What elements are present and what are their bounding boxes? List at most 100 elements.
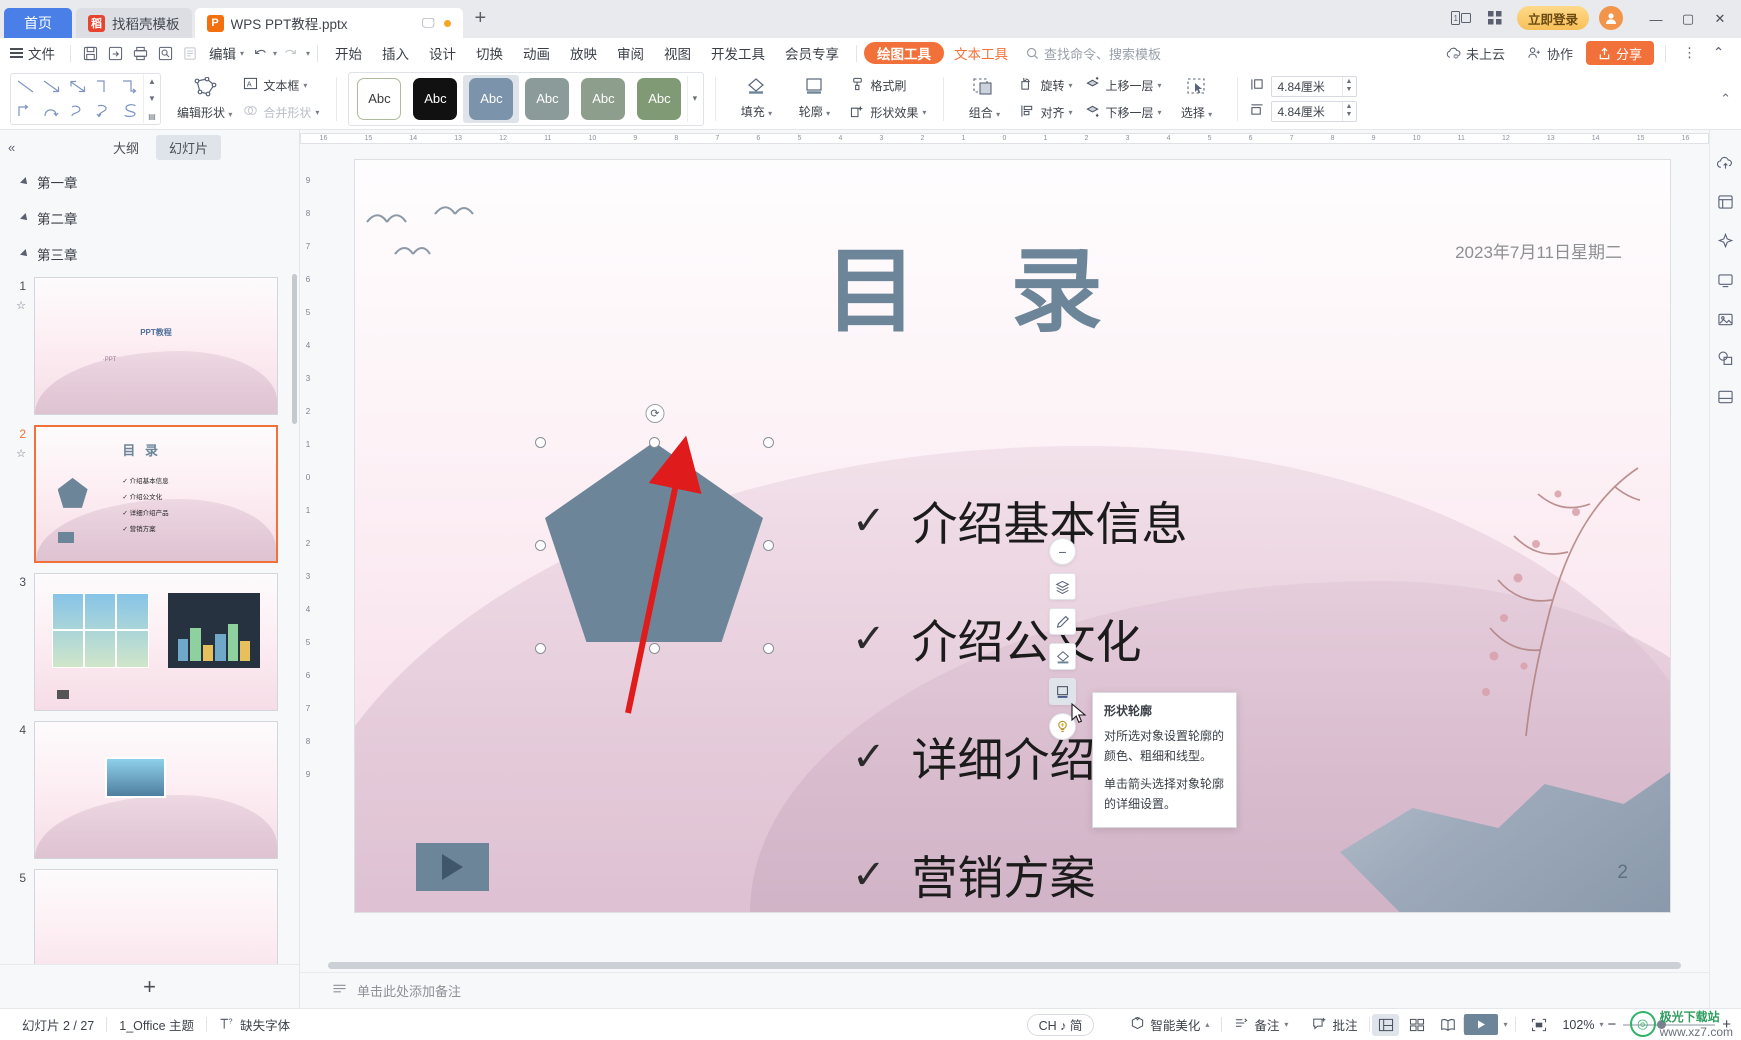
layers-icon[interactable] [1049, 573, 1076, 600]
slide-thumbnail-4[interactable] [34, 721, 278, 859]
comment-button[interactable]: 批注 [1300, 1015, 1369, 1034]
shape-style-swatch[interactable]: Abc [631, 75, 687, 123]
horizontal-ruler[interactable]: 16 15 14 13 12 11 10 9 8 7 6 5 4 3 2 1 0 1 2 3 4 5 6 7 8 9 10 11 12 1… [300, 130, 1709, 146]
fill-button[interactable]: 填充 ▾ [727, 72, 785, 126]
collapse-left-icon[interactable]: « [8, 140, 30, 155]
navigator-scrollbar[interactable] [292, 274, 297, 424]
slide-thumb-row[interactable]: 1 ☆ PPT教程 ·PPT [0, 272, 299, 420]
maximize-button[interactable]: ▢ [1673, 5, 1703, 33]
shape-fill-icon[interactable] [1049, 643, 1076, 670]
play-dropdown-icon[interactable]: ▾ [1503, 1020, 1507, 1029]
group-button[interactable]: 组合 ▾ [955, 72, 1013, 126]
edit-menu-button[interactable]: 编辑 ▾ [203, 41, 248, 65]
shape-elbow-arrow-icon[interactable] [117, 75, 143, 99]
slide-thumb-row[interactable]: 3 [0, 568, 299, 716]
menu-item-transition[interactable]: 切换 [466, 41, 513, 65]
slide-title[interactable]: 目 录 [825, 217, 1137, 350]
slide-bullet-item[interactable]: ✓ 介绍公文化 [852, 606, 1188, 672]
tab-text-tools[interactable]: 文本工具 [944, 41, 1018, 65]
resize-handle-w[interactable] [535, 540, 546, 551]
style-swatch-slate[interactable]: Abc [525, 77, 570, 120]
menu-item-start[interactable]: 开始 [325, 41, 372, 65]
file-menu-button[interactable]: 文件 [6, 41, 63, 65]
menu-item-view[interactable]: 视图 [654, 41, 701, 65]
smart-beautify-button[interactable]: 智能美化 ▴ [1118, 1015, 1221, 1034]
slide-bullet-item[interactable]: ✓ 介绍基本信息 [852, 488, 1188, 554]
shape-style-gallery[interactable]: Abc Abc Abc Abc Abc Abc ▾ [348, 71, 705, 126]
bring-forward-button[interactable]: 上移一层 ▾ [1078, 73, 1167, 98]
shape-width-input[interactable]: 4.84厘米 ▲ ▼ [1270, 100, 1357, 122]
reading-view-icon[interactable] [1434, 1014, 1461, 1036]
chapter-item[interactable]: 第一章 [0, 164, 299, 200]
resize-handle-se[interactable] [763, 643, 774, 654]
dual-screen-icon[interactable]: 1 [1449, 8, 1473, 28]
shape-style-swatch-selected[interactable]: Abc [463, 74, 520, 123]
minimize-button[interactable]: — [1641, 5, 1671, 33]
slide-canvas[interactable]: 2023年7月11日星期二 目 录 ✓ 介绍基本信息 ✓ 介绍公文化 ✓ 详细介… [355, 160, 1670, 912]
align-button[interactable]: 对齐 ▾ [1013, 100, 1078, 125]
print-preview-icon[interactable] [153, 41, 178, 65]
share-button[interactable]: 分享 [1585, 41, 1654, 65]
notes-button[interactable]: 备注 ▾ [1222, 1015, 1300, 1034]
shape-arrow-icon[interactable] [39, 75, 65, 99]
tab-docer-templates[interactable]: 稻 找稻壳模板 [76, 8, 192, 38]
shape-style-swatch[interactable]: Abc [407, 75, 463, 123]
resize-handle-nw[interactable] [535, 437, 546, 448]
save-as-cloud-icon[interactable] [103, 41, 128, 65]
send-backward-button[interactable]: 下移一层 ▾ [1078, 100, 1167, 125]
login-button[interactable]: 立即登录 [1516, 6, 1589, 30]
gallery-scroll-down-icon[interactable]: ▼ [146, 92, 158, 105]
shape-curve2-icon[interactable] [65, 99, 91, 123]
sparkle-icon[interactable] [1715, 230, 1737, 252]
select-button[interactable]: 选择 ▾ [1168, 72, 1226, 126]
gallery-scroll-up-icon[interactable]: ▲ [146, 75, 158, 88]
style-swatch-sage[interactable]: Abc [581, 77, 626, 120]
chevron-up-icon[interactable]: ⌃ [1706, 41, 1731, 65]
save-icon[interactable] [78, 41, 103, 65]
screen-icon[interactable]: 🖵 [422, 15, 435, 31]
rotate-button[interactable]: 旋转 ▾ [1013, 73, 1078, 98]
resize-handle-ne[interactable] [763, 437, 774, 448]
pen-icon[interactable] [1049, 608, 1076, 635]
screen-icon[interactable] [1715, 269, 1737, 291]
zoom-out-button[interactable]: − [1607, 1016, 1616, 1033]
style-swatch-blue-gray[interactable]: Abc [469, 77, 514, 120]
menu-item-member[interactable]: 会员专享 [775, 41, 849, 65]
gallery-expand-icon[interactable]: ▤ [146, 110, 158, 123]
textbox-button[interactable]: A 文本框 ▾ [236, 73, 325, 98]
shape-freeform-icon[interactable] [91, 99, 117, 123]
style-gallery-more-icon[interactable]: ▾ [687, 75, 701, 122]
tab-drawing-tools[interactable]: 绘图工具 [864, 42, 945, 64]
shape-style-swatch[interactable]: Abc [351, 75, 407, 123]
cloud-status-button[interactable]: 未上云 [1437, 41, 1514, 65]
chapter-item[interactable]: 第三章 [0, 236, 299, 272]
slide-index-status[interactable]: 幻灯片 2 / 27 [10, 1015, 106, 1034]
slide-thumbnail-3[interactable] [34, 573, 278, 711]
edit-shape-button[interactable]: 编辑形状 ▾ [173, 72, 236, 126]
shape-gallery[interactable]: ▲ ▼ ▤ [10, 72, 161, 125]
menu-item-animation[interactable]: 动画 [513, 41, 560, 65]
shape-effects-button[interactable]: 形状效果 ▾ [843, 100, 932, 125]
collapse-minus-icon[interactable]: − [1049, 538, 1076, 565]
video-placeholder[interactable] [416, 843, 489, 891]
tab-active-document[interactable]: P WPS PPT教程.pptx 🖵 [194, 8, 463, 38]
ribbon-collapse[interactable]: ⌃ [1720, 91, 1737, 107]
shape-style-swatch[interactable]: Abc [519, 75, 575, 123]
menu-item-insert[interactable]: 插入 [372, 41, 419, 65]
layout-icon[interactable] [1715, 386, 1737, 408]
menu-item-slideshow[interactable]: 放映 [560, 41, 607, 65]
avatar[interactable] [1599, 6, 1623, 30]
chevron-expand-icon[interactable] [20, 213, 30, 223]
design-idea-icon[interactable] [1715, 191, 1737, 213]
slide-bullet-item[interactable]: ✓ 营销方案 [852, 842, 1188, 908]
share-cloud-icon[interactable] [1715, 152, 1737, 174]
shape-elbow-connector-icon[interactable] [91, 75, 117, 99]
shape-outline-icon[interactable] [1049, 678, 1076, 705]
tab-slides[interactable]: 幻灯片 [156, 134, 222, 160]
width-stepper[interactable]: ▲ ▼ [1341, 101, 1356, 121]
shape-curve-icon[interactable] [39, 99, 65, 123]
tab-outline[interactable]: 大纲 [100, 135, 152, 160]
shape-double-arrow-icon[interactable] [65, 75, 91, 99]
chevron-expand-icon[interactable] [20, 177, 30, 187]
fit-to-window-icon[interactable] [1525, 1014, 1552, 1036]
